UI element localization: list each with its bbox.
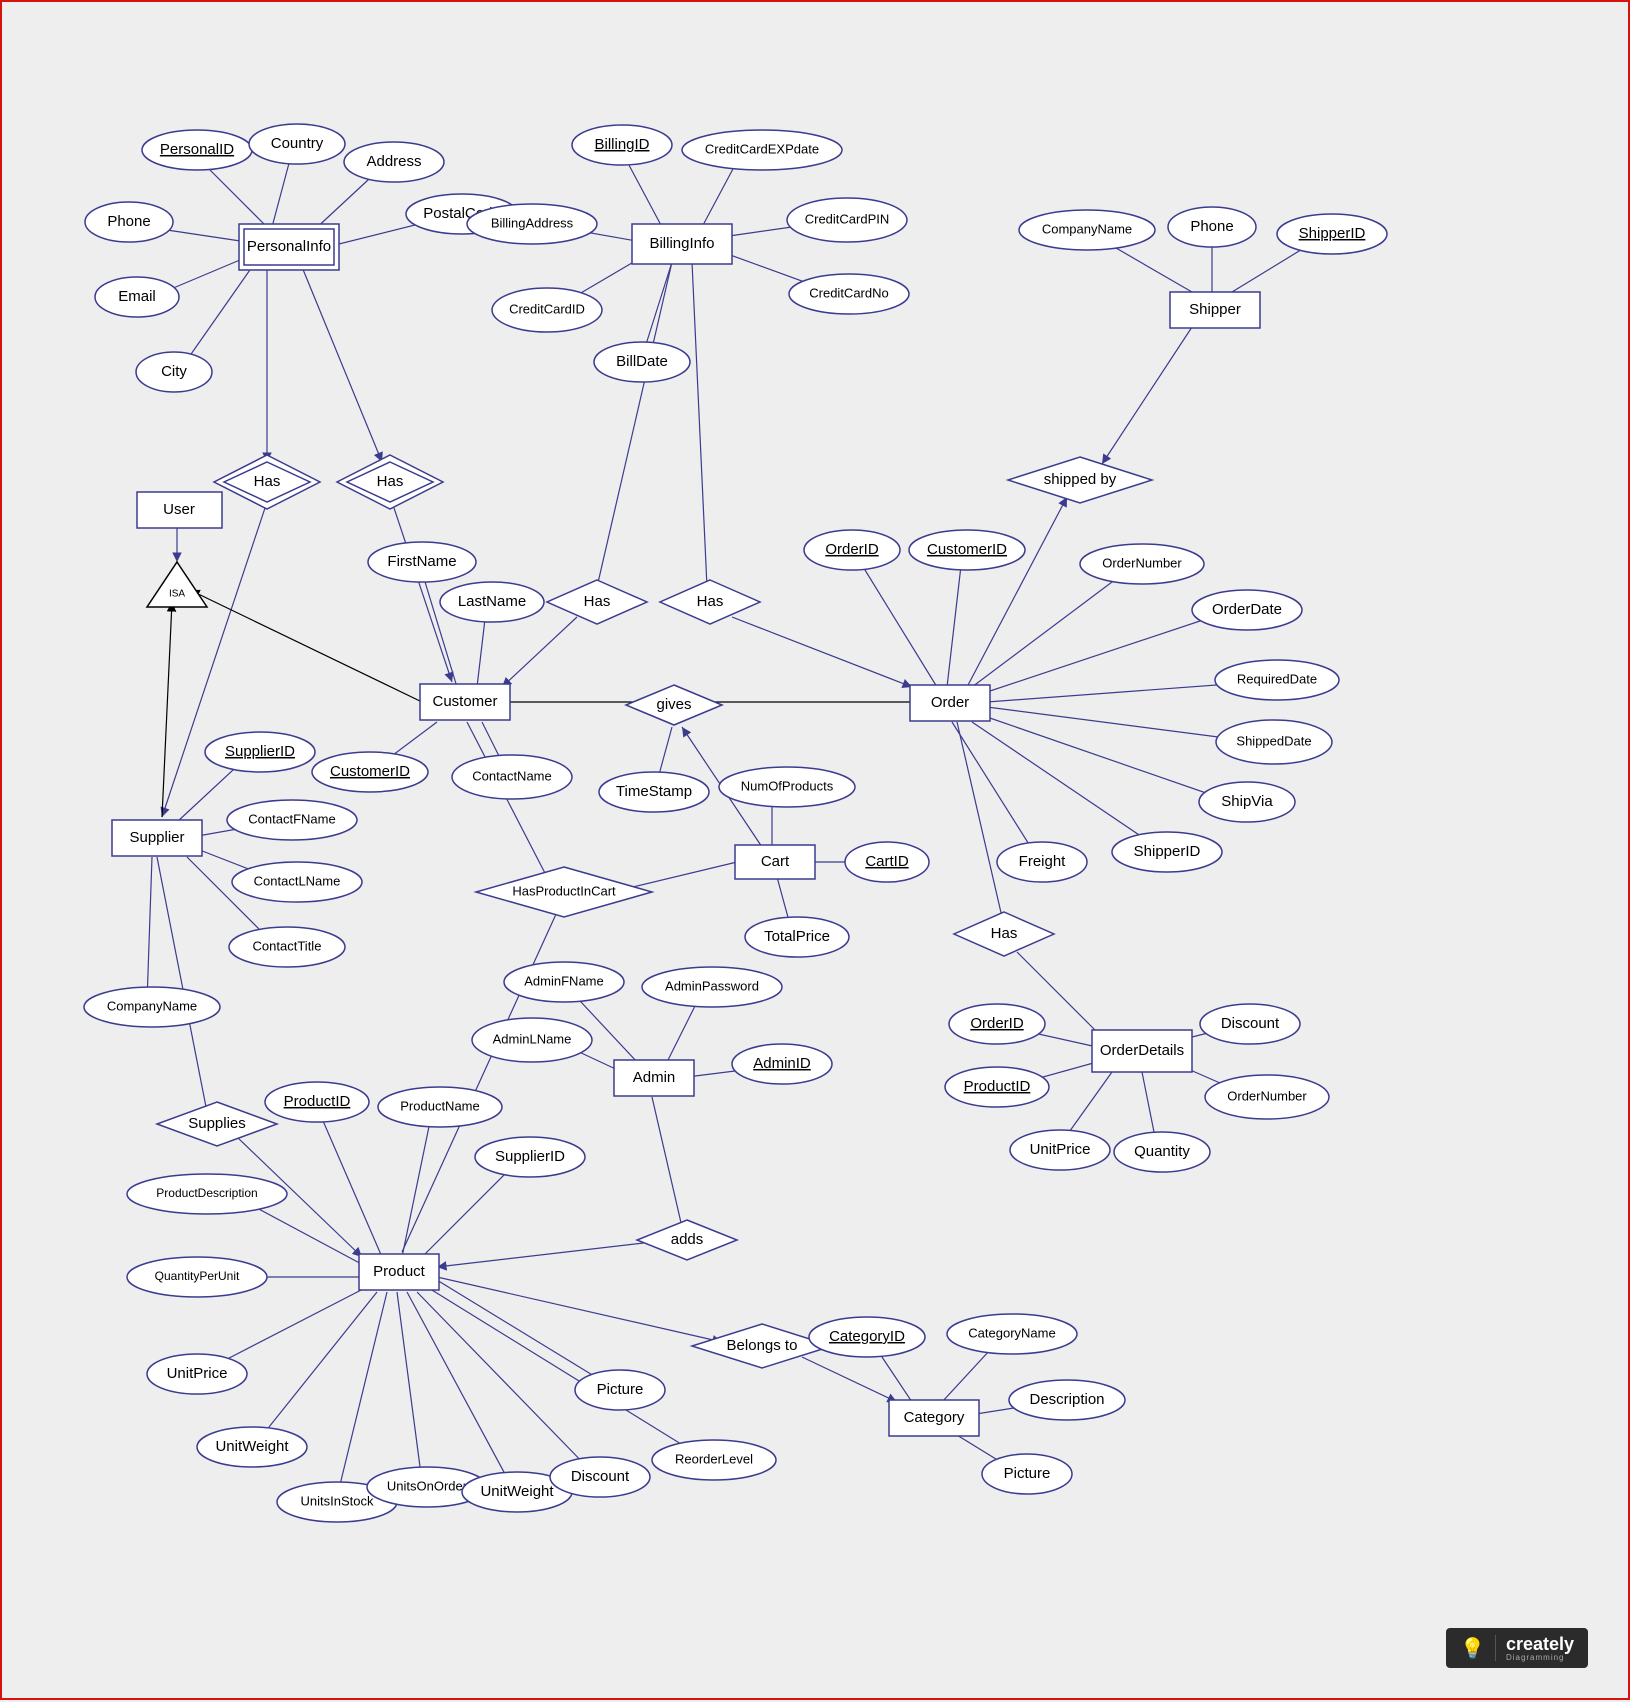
entity-product-label: Product	[373, 1263, 426, 1280]
svg-text:OrderNumber: OrderNumber	[1227, 1088, 1307, 1103]
svg-text:CreditCardID: CreditCardID	[509, 301, 585, 316]
svg-text:AdminPassword: AdminPassword	[665, 978, 759, 993]
logo-sub: Diagramming	[1506, 1653, 1574, 1662]
isa-triangle	[147, 562, 207, 607]
svg-text:PersonalID: PersonalID	[160, 141, 234, 158]
creately-logo: 💡 creately Diagramming	[1446, 1628, 1588, 1668]
svg-text:CreditCardEXPdate: CreditCardEXPdate	[705, 141, 819, 156]
svg-text:ShippedDate: ShippedDate	[1236, 733, 1311, 748]
svg-text:UnitPrice: UnitPrice	[167, 1365, 228, 1382]
svg-text:Phone: Phone	[107, 213, 150, 230]
svg-text:UnitWeight: UnitWeight	[215, 1438, 289, 1455]
svg-text:Freight: Freight	[1019, 853, 1067, 870]
rel-belongsto-label: Belongs to	[727, 1337, 798, 1354]
svg-text:OrderID: OrderID	[970, 1015, 1024, 1032]
svg-text:CategoryName: CategoryName	[968, 1325, 1055, 1340]
entity-user-label: User	[163, 501, 195, 518]
svg-text:ProductID: ProductID	[964, 1078, 1031, 1095]
svg-text:Discount: Discount	[571, 1468, 630, 1485]
rel-has4-label: Has	[697, 593, 724, 610]
svg-text:Description: Description	[1029, 1391, 1104, 1408]
svg-text:ProductID: ProductID	[284, 1093, 351, 1110]
bulb-icon: 💡	[1460, 1636, 1485, 1661]
entity-shipper-label: Shipper	[1189, 301, 1241, 318]
svg-text:TimeStamp: TimeStamp	[616, 783, 692, 800]
svg-text:UnitPrice: UnitPrice	[1030, 1141, 1091, 1158]
svg-text:ShipperID: ShipperID	[1134, 843, 1201, 860]
svg-text:Discount: Discount	[1221, 1015, 1280, 1032]
logo-brand: creately	[1506, 1634, 1574, 1655]
svg-text:Quantity: Quantity	[1134, 1143, 1190, 1160]
svg-text:CategoryID: CategoryID	[829, 1328, 905, 1345]
entity-category-label: Category	[904, 1409, 965, 1426]
svg-text:ReorderLevel: ReorderLevel	[675, 1451, 753, 1466]
svg-text:CompanyName: CompanyName	[107, 998, 197, 1013]
entity-customer-label: Customer	[432, 693, 497, 710]
entity-cart-label: Cart	[761, 853, 790, 870]
svg-text:Country: Country	[271, 135, 324, 152]
svg-text:SupplierID: SupplierID	[495, 1148, 565, 1165]
svg-text:OrderDate: OrderDate	[1212, 601, 1282, 618]
entity-billinginfo-label: BillingInfo	[649, 235, 714, 252]
svg-text:CreditCardNo: CreditCardNo	[809, 285, 888, 300]
svg-text:OrderNumber: OrderNumber	[1102, 555, 1182, 570]
svg-text:CartID: CartID	[865, 853, 909, 870]
svg-text:BillingAddress: BillingAddress	[491, 215, 574, 230]
rel-has6-label: Has	[991, 925, 1018, 942]
er-diagram-svg: User ISA PersonalInfo BillingInfo Shippe…	[2, 2, 1630, 1702]
rel-adds-label: adds	[671, 1231, 704, 1248]
svg-text:BillDate: BillDate	[616, 353, 668, 370]
svg-text:Address: Address	[366, 153, 421, 170]
svg-text:FirstName: FirstName	[387, 553, 456, 570]
rel-hasproductincart-label: HasProductInCart	[512, 883, 616, 898]
svg-text:City: City	[161, 363, 187, 380]
svg-text:ContactName: ContactName	[472, 768, 551, 783]
entity-order-label: Order	[931, 694, 969, 711]
svg-text:CustomerID: CustomerID	[330, 763, 410, 780]
svg-text:CompanyName: CompanyName	[1042, 221, 1132, 236]
svg-text:UnitsOnOrder: UnitsOnOrder	[387, 1478, 468, 1493]
svg-text:Picture: Picture	[597, 1381, 644, 1398]
svg-text:ShipVia: ShipVia	[1221, 793, 1273, 810]
svg-text:ShipperID: ShipperID	[1299, 225, 1366, 242]
svg-text:LastName: LastName	[458, 593, 526, 610]
isa-label: ISA	[169, 589, 185, 600]
svg-text:RequiredDate: RequiredDate	[1237, 671, 1317, 686]
svg-text:OrderID: OrderID	[825, 541, 879, 558]
svg-text:UnitWeight: UnitWeight	[480, 1483, 554, 1500]
svg-text:NumOfProducts: NumOfProducts	[741, 778, 834, 793]
svg-text:ContactFName: ContactFName	[248, 811, 335, 826]
svg-text:Email: Email	[118, 288, 156, 305]
rel-has3-label: Has	[584, 593, 611, 610]
svg-text:ProductName: ProductName	[400, 1098, 479, 1113]
svg-text:CreditCardPIN: CreditCardPIN	[805, 211, 890, 226]
svg-text:AdminFName: AdminFName	[524, 973, 603, 988]
logo-separator	[1495, 1635, 1496, 1661]
svg-text:AdminLName: AdminLName	[493, 1031, 572, 1046]
rel-supplies-label: Supplies	[188, 1115, 246, 1132]
svg-text:UnitsInStock: UnitsInStock	[301, 1493, 374, 1508]
rel-shippedby-label: shipped by	[1044, 471, 1117, 488]
diagram-frame: { "logo":{"brand":"creately","sub":"Diag…	[0, 0, 1630, 1700]
svg-text:AdminID: AdminID	[753, 1055, 811, 1072]
svg-text:CustomerID: CustomerID	[927, 541, 1007, 558]
svg-text:QuantityPerUnit: QuantityPerUnit	[155, 1269, 240, 1283]
svg-text:ProductDescription: ProductDescription	[156, 1186, 257, 1200]
svg-text:ContactLName: ContactLName	[254, 873, 341, 888]
rel-gives-label: gives	[656, 696, 691, 713]
svg-text:Picture: Picture	[1004, 1465, 1051, 1482]
svg-text:ContactTitle: ContactTitle	[253, 938, 322, 953]
entity-supplier-label: Supplier	[129, 829, 184, 846]
svg-text:BillingID: BillingID	[594, 136, 649, 153]
entity-personalinfo-label: PersonalInfo	[247, 238, 331, 255]
entity-orderdetails-label: OrderDetails	[1100, 1042, 1184, 1059]
rel-has1-label: Has	[254, 473, 281, 490]
svg-text:Phone: Phone	[1190, 218, 1233, 235]
svg-text:SupplierID: SupplierID	[225, 743, 295, 760]
entity-admin-label: Admin	[633, 1069, 676, 1086]
svg-text:TotalPrice: TotalPrice	[764, 928, 830, 945]
rel-has2-label: Has	[377, 473, 404, 490]
